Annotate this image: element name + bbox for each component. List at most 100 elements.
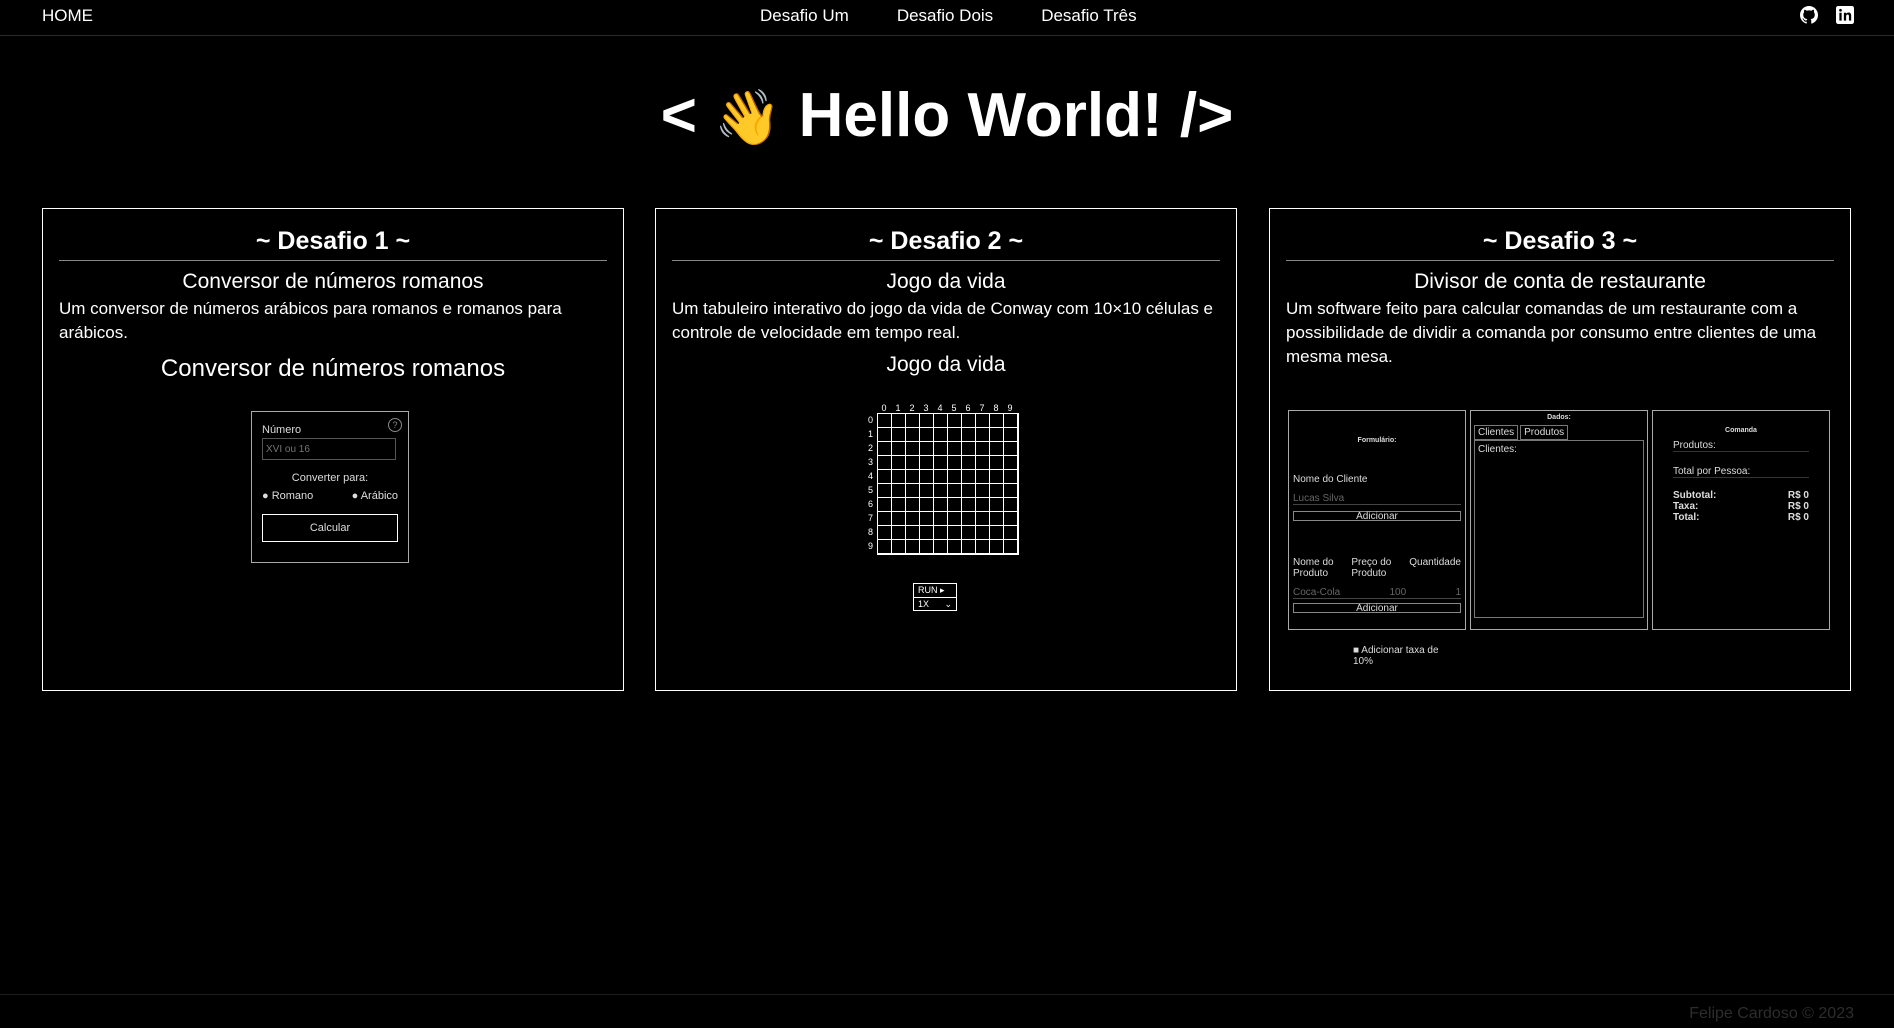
life-cell	[878, 470, 892, 484]
life-cell	[948, 484, 962, 498]
speed-select: 1X ⌄	[918, 599, 952, 609]
nav-link-desafio-um[interactable]: Desafio Um	[760, 6, 849, 26]
life-cell	[878, 428, 892, 442]
life-cell	[934, 484, 948, 498]
waving-hand-icon: 👋	[714, 88, 782, 148]
life-cell	[906, 498, 920, 512]
row-labels: 0 1 2 3 4 5 6 7 8 9	[859, 413, 877, 555]
hero-close-bracket: />	[1179, 81, 1234, 150]
life-cell	[1004, 484, 1018, 498]
challenge-card-1[interactable]: ~ Desafio 1 ~ Conversor de números roman…	[42, 208, 624, 691]
life-cell	[976, 512, 990, 526]
order-summary: Subtotal: R$ 0 Taxa: R$ 0 Total: R$ 0	[1673, 490, 1809, 523]
column-label: 1	[895, 403, 901, 413]
life-cell	[934, 540, 948, 554]
life-cell	[906, 526, 920, 540]
life-cell	[1004, 456, 1018, 470]
data-tabs: Clientes Produtos	[1474, 425, 1644, 440]
life-cell	[948, 540, 962, 554]
column-label: 7	[979, 403, 985, 413]
card-subtitle: Divisor de conta de restaurante	[1414, 270, 1706, 293]
clients-list: Clientes:	[1474, 440, 1644, 618]
life-cell	[1004, 442, 1018, 456]
life-cell	[976, 484, 990, 498]
life-cell	[892, 526, 906, 540]
life-cell	[920, 484, 934, 498]
product-inputs: Coca-Cola 100 1	[1293, 587, 1461, 599]
product-labels: Nome do Produto Preço do Produto Quantidad…	[1293, 557, 1461, 579]
add-client-button: Adicionar	[1293, 511, 1461, 522]
nav-link-desafio-tres[interactable]: Desafio Três	[1041, 6, 1136, 26]
life-cell	[934, 526, 948, 540]
life-cell	[906, 414, 920, 428]
life-cell	[1004, 414, 1018, 428]
life-cell	[934, 512, 948, 526]
card-description: Um conversor de números arábicos para ro…	[59, 299, 562, 342]
life-cell	[920, 526, 934, 540]
life-cell	[962, 428, 976, 442]
preview-title: Jogo da vida	[886, 353, 1006, 376]
life-cell	[1004, 512, 1018, 526]
life-cell	[948, 456, 962, 470]
tab-clients: Clientes	[1474, 425, 1519, 440]
life-cell	[934, 442, 948, 456]
life-cell	[934, 428, 948, 442]
column-label: 8	[993, 403, 999, 413]
challenge-card-2[interactable]: ~ Desafio 2 ~ Jogo da vida Um tabuleiro …	[655, 208, 1237, 691]
hero-heading: < 👋 Hello World! />	[0, 80, 1894, 151]
game-of-life-preview: 0123456789 0123456789 RUN ▸ 1X ⌄	[859, 403, 1019, 611]
calculate-button: Calcular	[262, 514, 398, 542]
github-icon[interactable]	[1800, 6, 1819, 24]
data-title: Dados:	[1547, 414, 1571, 421]
life-cell	[948, 526, 962, 540]
products-label: Produtos:	[1673, 440, 1809, 452]
row-label: 7	[867, 513, 873, 523]
life-cell	[920, 512, 934, 526]
column-label: 2	[909, 403, 915, 413]
life-cell	[990, 414, 1004, 428]
life-cell	[948, 498, 962, 512]
life-cell	[892, 428, 906, 442]
total-per-person-label: Total por Pessoa:	[1673, 466, 1809, 478]
chevron-down-icon: ⌄	[944, 599, 952, 609]
tax-checkbox: ■ Adicionar taxa de 10%	[1353, 645, 1439, 667]
bill-splitter-preview: Formulário: Nome do Cliente Lucas Silva …	[1288, 410, 1832, 667]
life-cell	[878, 498, 892, 512]
life-cell	[878, 540, 892, 554]
linkedin-icon[interactable]	[1836, 6, 1854, 24]
run-button: RUN ▸	[914, 584, 956, 598]
column-labels: 0123456789	[877, 403, 1019, 413]
nav-link-desafio-dois[interactable]: Desafio Dois	[897, 6, 993, 26]
life-cell	[920, 498, 934, 512]
life-cell	[962, 540, 976, 554]
challenge-card-3[interactable]: ~ Desafio 3 ~ Divisor de conta de restau…	[1269, 208, 1851, 691]
life-cell	[906, 470, 920, 484]
summary-row: Total: R$ 0	[1673, 512, 1809, 523]
nav-home-link[interactable]: HOME	[42, 6, 93, 26]
card-subtitle: Conversor de números romanos	[182, 270, 484, 293]
life-cell	[990, 470, 1004, 484]
column-label: 6	[965, 403, 971, 413]
life-cell	[976, 442, 990, 456]
life-cell	[878, 414, 892, 428]
client-input: Lucas Silva	[1293, 493, 1461, 505]
life-cell	[948, 442, 962, 456]
life-cell	[990, 526, 1004, 540]
life-cell	[962, 442, 976, 456]
life-cell	[934, 456, 948, 470]
life-cell	[878, 484, 892, 498]
roman-converter-preview: ? Número Converter para: ● Romano ● Aráb…	[251, 411, 409, 563]
life-cell	[948, 428, 962, 442]
life-cell	[1004, 428, 1018, 442]
card-title: ~ Desafio 1 ~	[59, 227, 607, 261]
row-label: 6	[867, 499, 873, 509]
life-cell	[892, 498, 906, 512]
convert-options: ● Romano ● Arábico	[262, 490, 398, 502]
life-cell	[920, 414, 934, 428]
order-title: Comanda	[1725, 427, 1757, 434]
column-label: 0	[881, 403, 887, 413]
life-cell	[920, 540, 934, 554]
life-cell	[948, 512, 962, 526]
life-cell	[878, 456, 892, 470]
life-board	[877, 413, 1019, 555]
